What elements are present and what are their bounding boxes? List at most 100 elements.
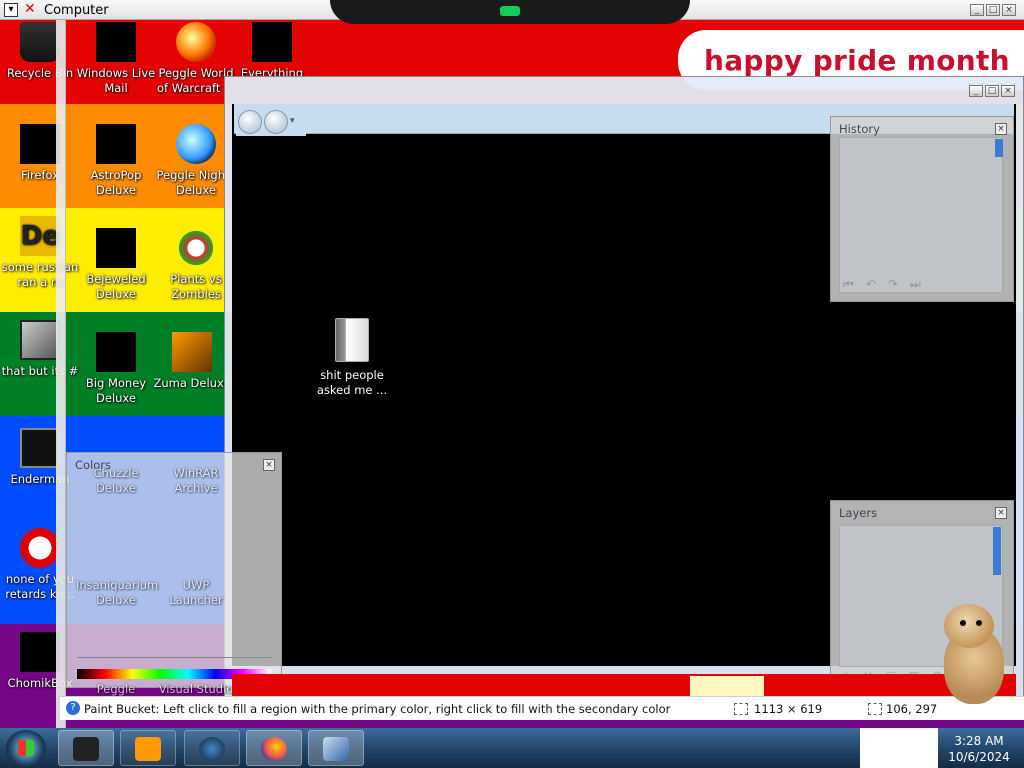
window-menu-icon[interactable]: ▾ xyxy=(4,3,18,17)
desktop-icon-label: that but its # xyxy=(1,364,79,378)
terminal-icon xyxy=(73,737,99,761)
first-step-icon[interactable]: ⏮ xyxy=(843,277,854,292)
help-icon: ? xyxy=(66,701,80,715)
back-button[interactable] xyxy=(238,110,262,134)
desktop-icon-label: Visual Studio xyxy=(158,682,234,696)
recycle-bin-icon xyxy=(20,22,60,62)
desktop-icon-firefox[interactable]: Firefox xyxy=(0,124,80,183)
game-icon xyxy=(96,124,136,164)
layers-scrollbar[interactable] xyxy=(993,527,1001,575)
window-controls: _ □ × xyxy=(970,4,1016,16)
close-button[interactable]: × xyxy=(1002,4,1016,16)
desktop-icon-astropop[interactable]: AstroPop Deluxe xyxy=(76,124,156,198)
close-icon[interactable]: ✕ xyxy=(24,1,36,17)
clock-time: 3:28 AM xyxy=(954,734,1004,748)
paint-net-icon xyxy=(323,737,349,761)
minimize-button[interactable]: _ xyxy=(969,85,983,97)
desktop-icon-recycle-bin[interactable]: Recycle Bin xyxy=(0,22,80,81)
history-nav: ⏮ ↶ ↷ ⏭ xyxy=(843,277,921,292)
desktop-icon-mail[interactable]: Windows Live Mail xyxy=(76,22,156,96)
console-icon xyxy=(20,428,60,468)
desktop-icon-bigmoney[interactable]: Big Money Deluxe xyxy=(76,332,156,406)
window-title: Computer xyxy=(44,3,109,18)
maximize-button[interactable]: □ xyxy=(985,85,999,97)
desktop-icon-label: WinRAR Archive xyxy=(173,466,219,495)
redo-icon[interactable]: ↷ xyxy=(888,277,898,292)
desktop-icon-zuma[interactable]: Zuma Deluxe xyxy=(152,332,232,391)
canvas-folder-item[interactable]: shit people asked me ... xyxy=(312,318,392,398)
desktop-icon-insaniquarium[interactable]: Insaniquarium Deluxe xyxy=(76,578,159,608)
desktop-icon-label: Recycle Bin xyxy=(6,66,74,80)
close-icon[interactable]: × xyxy=(995,123,1007,135)
folder-icon xyxy=(335,318,369,362)
minimize-button[interactable]: _ xyxy=(970,4,984,16)
desktop-icon-shortcut[interactable]: that but its # xyxy=(0,320,80,379)
desktop-icon-label: Zuma Deluxe xyxy=(153,376,231,390)
media-player-icon xyxy=(135,737,161,761)
cursor-position-icon xyxy=(868,703,882,715)
game-icon xyxy=(96,228,136,268)
layers-title: Layers xyxy=(839,506,878,520)
desktop-icon-label: Windows Live Mail xyxy=(76,66,156,95)
forward-button[interactable] xyxy=(264,110,288,134)
image-size-icon xyxy=(734,703,748,715)
status-bar: ? Paint Bucket: Left click to fill a reg… xyxy=(60,696,1024,720)
firefox-icon xyxy=(261,737,287,761)
desktop-icon-label: Bejeweled Deluxe xyxy=(86,272,146,301)
taskbar-app-firefox[interactable] xyxy=(246,730,302,766)
last-step-icon[interactable]: ⏭ xyxy=(910,277,921,292)
desktop-icon-label: Big Money Deluxe xyxy=(85,376,147,405)
history-panel: History × ⏮ ↶ ↷ ⏭ xyxy=(830,116,1014,302)
close-icon[interactable]: × xyxy=(263,459,275,471)
explorer-window-edge xyxy=(56,20,66,728)
desktop-icon-label: Firefox xyxy=(20,168,60,182)
peggle-icon xyxy=(176,124,216,164)
windows-logo-icon xyxy=(18,740,34,756)
desktop-icon-label: Chuzzle Deluxe xyxy=(93,466,139,495)
image-size: 1113 × 619 xyxy=(754,702,823,716)
hamster-icon xyxy=(20,632,60,672)
desktop: happy pride month Recycle Bin Firefox De… xyxy=(0,0,1024,768)
history-list[interactable] xyxy=(839,137,1003,293)
desktop-icon-uwp[interactable]: UWP Launcher xyxy=(156,578,236,608)
desktop-icon-label: some russian ran a ra xyxy=(1,260,79,289)
desktop-icon-bejeweled[interactable]: Bejeweled Deluxe xyxy=(76,228,156,302)
paint-window-controls: _ □ × xyxy=(969,85,1015,97)
desktop-icon-label: UWP Launcher xyxy=(169,578,223,607)
maximize-button[interactable]: □ xyxy=(986,4,1000,16)
undo-icon[interactable]: ↶ xyxy=(866,277,876,292)
wallpaper-stripe-red-bottom xyxy=(232,674,1016,696)
desktop-icon-dk[interactable]: De some russian ran a ra xyxy=(0,216,80,290)
desktop-icon-label: Insaniquarium Deluxe xyxy=(76,578,159,607)
dk-icon: De xyxy=(20,216,60,256)
search-app-icon xyxy=(252,22,292,62)
dino-icon xyxy=(20,528,60,568)
chevron-down-icon[interactable]: ▾ xyxy=(290,116,295,132)
firefox-icon xyxy=(20,124,60,164)
wallpaper-fragment xyxy=(690,676,764,696)
close-icon[interactable]: × xyxy=(995,507,1007,519)
globe-icon xyxy=(199,737,225,761)
history-title: History xyxy=(839,122,880,136)
start-button[interactable] xyxy=(6,730,46,766)
tool-hint: Paint Bucket: Left click to fill a regio… xyxy=(84,702,671,716)
peggle-icon xyxy=(176,22,216,62)
desktop-icon-visual-studio[interactable]: Visual Studio xyxy=(156,682,236,697)
taskbar-app-browser[interactable] xyxy=(184,730,240,766)
desktop-icon-winrar[interactable]: WinRAR Archive xyxy=(156,466,236,496)
history-scrollbar[interactable] xyxy=(995,139,1003,157)
money-bag-icon xyxy=(96,332,136,372)
top-bar-decoration xyxy=(330,0,690,24)
desktop-icon-everything[interactable]: Everything xyxy=(232,22,312,81)
folder-label: shit people asked me ... xyxy=(316,368,388,397)
divider xyxy=(77,657,271,658)
close-button[interactable]: × xyxy=(1001,85,1015,97)
tray-blank-area xyxy=(860,728,938,768)
windows-icon xyxy=(20,320,60,360)
taskbar-app-terminal[interactable] xyxy=(58,730,114,766)
taskbar-app-media-player[interactable] xyxy=(120,730,176,766)
taskbar-app-paint-net[interactable] xyxy=(308,730,364,766)
plant-icon xyxy=(176,228,216,268)
taskbar-clock[interactable]: 3:28 AM 10/6/2024 xyxy=(944,733,1014,765)
desktop-icon-chuzzle[interactable]: Chuzzle Deluxe xyxy=(76,466,156,496)
